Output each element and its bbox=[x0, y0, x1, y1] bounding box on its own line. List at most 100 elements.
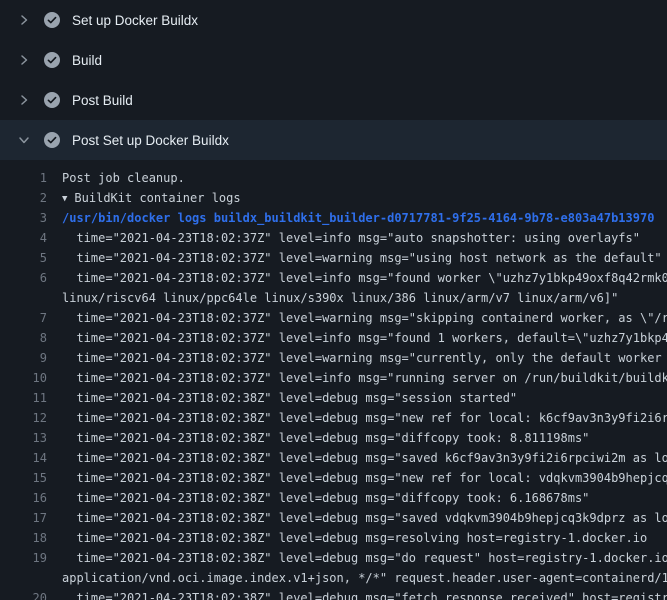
log-line-content: time="2021-04-23T18:02:38Z" level=debug … bbox=[47, 408, 667, 428]
section-post-set-up-docker-buildx[interactable]: Post Set up Docker Buildx bbox=[0, 120, 667, 160]
step-list: Set up Docker Buildx Build Post Build bbox=[0, 0, 667, 160]
log-text: time="2021-04-23T18:02:38Z" level=debug … bbox=[62, 491, 589, 505]
check-circle-icon bbox=[44, 12, 60, 28]
log-line-number[interactable]: 3 bbox=[0, 208, 47, 228]
log-line-content: time="2021-04-23T18:02:37Z" level=warnin… bbox=[47, 248, 667, 268]
log-line-content: Post job cleanup. bbox=[47, 168, 667, 188]
log-line-number[interactable]: 5 bbox=[0, 248, 47, 268]
log-line-number[interactable]: 11 bbox=[0, 388, 47, 408]
log-text: time="2021-04-23T18:02:37Z" level=info m… bbox=[62, 371, 667, 385]
log-group-toggle-icon[interactable]: ▼ bbox=[62, 194, 67, 204]
log-text: time="2021-04-23T18:02:38Z" level=debug … bbox=[62, 451, 667, 465]
log-line-number[interactable]: 8 bbox=[0, 328, 47, 348]
log-line-content: application/vnd.oci.image.index.v1+json,… bbox=[47, 568, 667, 588]
chevron-right-icon bbox=[16, 92, 32, 108]
log-line: 12 time="2021-04-23T18:02:38Z" level=deb… bbox=[0, 408, 667, 428]
log-line-number[interactable]: 7 bbox=[0, 308, 47, 328]
log-text: time="2021-04-23T18:02:38Z" level=debug … bbox=[62, 391, 517, 405]
log-text: time="2021-04-23T18:02:38Z" level=debug … bbox=[62, 471, 667, 485]
log-line-content: time="2021-04-23T18:02:38Z" level=debug … bbox=[47, 468, 667, 488]
log-line: 2 ▼ BuildKit container logs bbox=[0, 188, 667, 208]
log-text: time="2021-04-23T18:02:38Z" level=debug … bbox=[62, 511, 667, 525]
log-line-number[interactable]: 18 bbox=[0, 528, 47, 548]
section-set-up-docker-buildx[interactable]: Set up Docker Buildx bbox=[0, 0, 667, 40]
log-text: time="2021-04-23T18:02:38Z" level=debug … bbox=[62, 551, 667, 565]
section-post-build[interactable]: Post Build bbox=[0, 80, 667, 120]
log-text: BuildKit container logs bbox=[74, 191, 240, 205]
log-line-content: time="2021-04-23T18:02:38Z" level=debug … bbox=[47, 548, 667, 568]
section-label: Post Build bbox=[72, 93, 133, 108]
log-line: 4 time="2021-04-23T18:02:37Z" level=info… bbox=[0, 228, 667, 248]
log-line-number[interactable]: 16 bbox=[0, 488, 47, 508]
log-text: Post job cleanup. bbox=[62, 171, 185, 185]
log-text: time="2021-04-23T18:02:38Z" level=debug … bbox=[62, 531, 647, 545]
log-text: time="2021-04-23T18:02:38Z" level=debug … bbox=[62, 591, 667, 600]
log-text: /usr/bin/docker logs buildx_buildkit_bui… bbox=[62, 211, 654, 225]
log-line: 16 time="2021-04-23T18:02:38Z" level=deb… bbox=[0, 488, 667, 508]
log-line: application/vnd.oci.image.index.v1+json,… bbox=[0, 568, 667, 588]
log-line-content: time="2021-04-23T18:02:37Z" level=info m… bbox=[47, 328, 667, 348]
chevron-down-icon bbox=[16, 132, 32, 148]
log-viewer: 1 Post job cleanup. 2 ▼ BuildKit containe… bbox=[0, 160, 667, 600]
log-line-number[interactable]: 13 bbox=[0, 428, 47, 448]
log-line-content: time="2021-04-23T18:02:38Z" level=debug … bbox=[47, 528, 667, 548]
log-line-content: /usr/bin/docker logs buildx_buildkit_bui… bbox=[47, 208, 667, 228]
log-line-content: time="2021-04-23T18:02:38Z" level=debug … bbox=[47, 588, 667, 600]
log-line-number[interactable]: 4 bbox=[0, 228, 47, 248]
log-text: time="2021-04-23T18:02:37Z" level=info m… bbox=[62, 271, 667, 285]
log-line-number[interactable]: 17 bbox=[0, 508, 47, 528]
log-line-content: time="2021-04-23T18:02:38Z" level=debug … bbox=[47, 448, 667, 468]
log-text: time="2021-04-23T18:02:37Z" level=warnin… bbox=[62, 351, 667, 365]
log-line: 3 /usr/bin/docker logs buildx_buildkit_b… bbox=[0, 208, 667, 228]
log-text: linux/riscv64 linux/ppc64le linux/s390x … bbox=[62, 291, 618, 305]
log-text: time="2021-04-23T18:02:38Z" level=debug … bbox=[62, 411, 667, 425]
log-line: linux/riscv64 linux/ppc64le linux/s390x … bbox=[0, 288, 667, 308]
log-line: 19 time="2021-04-23T18:02:38Z" level=deb… bbox=[0, 548, 667, 568]
log-text: time="2021-04-23T18:02:37Z" level=info m… bbox=[62, 331, 667, 345]
log-line-number[interactable]: 10 bbox=[0, 368, 47, 388]
log-line-content: time="2021-04-23T18:02:38Z" level=debug … bbox=[47, 488, 667, 508]
log-line-number[interactable]: 12 bbox=[0, 408, 47, 428]
log-text: time="2021-04-23T18:02:37Z" level=warnin… bbox=[62, 251, 662, 265]
log-line-content: time="2021-04-23T18:02:37Z" level=warnin… bbox=[47, 348, 667, 368]
log-line-content: time="2021-04-23T18:02:37Z" level=info m… bbox=[47, 368, 667, 388]
log-line: 13 time="2021-04-23T18:02:38Z" level=deb… bbox=[0, 428, 667, 448]
log-line: 17 time="2021-04-23T18:02:38Z" level=deb… bbox=[0, 508, 667, 528]
workflow-log-panel: Set up Docker Buildx Build Post Build bbox=[0, 0, 667, 600]
log-line: 9 time="2021-04-23T18:02:37Z" level=warn… bbox=[0, 348, 667, 368]
log-line-number[interactable]: 14 bbox=[0, 448, 47, 468]
log-text: application/vnd.oci.image.index.v1+json,… bbox=[62, 571, 667, 585]
log-line: 10 time="2021-04-23T18:02:37Z" level=inf… bbox=[0, 368, 667, 388]
section-label: Build bbox=[72, 53, 102, 68]
section-build[interactable]: Build bbox=[0, 40, 667, 80]
log-line: 1 Post job cleanup. bbox=[0, 168, 667, 188]
log-line-number[interactable]: 1 bbox=[0, 168, 47, 188]
chevron-right-icon bbox=[16, 12, 32, 28]
log-line-number[interactable] bbox=[0, 288, 47, 308]
log-line-content: ▼ BuildKit container logs bbox=[47, 188, 667, 208]
log-line-number[interactable] bbox=[0, 568, 47, 588]
log-line: 20 time="2021-04-23T18:02:38Z" level=deb… bbox=[0, 588, 667, 600]
log-line: 6 time="2021-04-23T18:02:37Z" level=info… bbox=[0, 268, 667, 288]
log-line-number[interactable]: 9 bbox=[0, 348, 47, 368]
log-line: 15 time="2021-04-23T18:02:38Z" level=deb… bbox=[0, 468, 667, 488]
log-line: 7 time="2021-04-23T18:02:37Z" level=warn… bbox=[0, 308, 667, 328]
chevron-right-icon bbox=[16, 52, 32, 68]
log-line-number[interactable]: 19 bbox=[0, 548, 47, 568]
log-line: 5 time="2021-04-23T18:02:37Z" level=warn… bbox=[0, 248, 667, 268]
log-line-content: time="2021-04-23T18:02:37Z" level=info m… bbox=[47, 228, 667, 248]
log-line: 8 time="2021-04-23T18:02:37Z" level=info… bbox=[0, 328, 667, 348]
log-line: 14 time="2021-04-23T18:02:38Z" level=deb… bbox=[0, 448, 667, 468]
log-line-content: time="2021-04-23T18:02:37Z" level=warnin… bbox=[47, 308, 667, 328]
log-line-content: time="2021-04-23T18:02:38Z" level=debug … bbox=[47, 388, 667, 408]
log-line-content: time="2021-04-23T18:02:37Z" level=info m… bbox=[47, 268, 667, 288]
log-text: time="2021-04-23T18:02:37Z" level=warnin… bbox=[62, 311, 667, 325]
log-line-number[interactable]: 2 bbox=[0, 188, 47, 208]
check-circle-icon bbox=[44, 52, 60, 68]
log-line-number[interactable]: 15 bbox=[0, 468, 47, 488]
log-line: 11 time="2021-04-23T18:02:38Z" level=deb… bbox=[0, 388, 667, 408]
log-text: time="2021-04-23T18:02:38Z" level=debug … bbox=[62, 431, 589, 445]
log-line-number[interactable]: 20 bbox=[0, 588, 47, 600]
log-line-number[interactable]: 6 bbox=[0, 268, 47, 288]
log-line: 18 time="2021-04-23T18:02:38Z" level=deb… bbox=[0, 528, 667, 548]
